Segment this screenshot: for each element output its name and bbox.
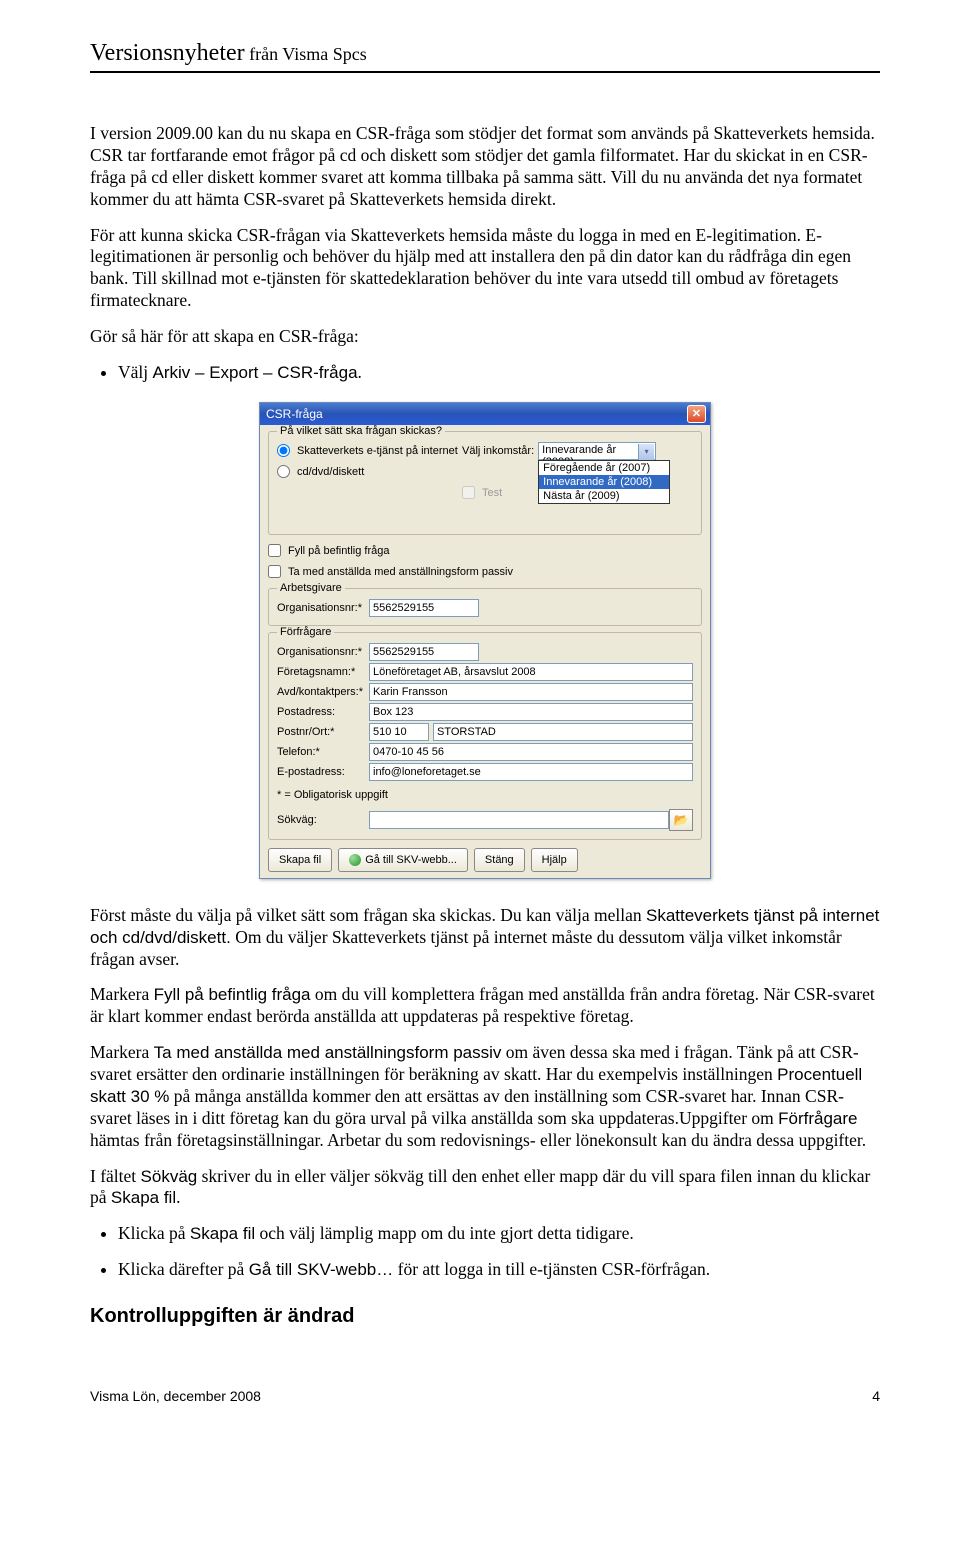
chevron-down-icon[interactable]: ▾ xyxy=(638,444,654,460)
section-heading: Kontrolluppgiften är ändrad xyxy=(90,1305,880,1328)
browse-button[interactable]: 📂 xyxy=(669,809,693,831)
dropdown-option[interactable]: Nästa år (2009) xyxy=(539,489,669,503)
group-send-method: På vilket sätt ska frågan skickas? Skatt… xyxy=(268,431,702,535)
radio-row-internet[interactable]: Skatteverkets e-tjänst på internet xyxy=(277,441,462,461)
telefon-input[interactable] xyxy=(369,743,693,761)
paragraph-5: Markera Fyll på befintlig fråga om du vi… xyxy=(90,984,880,1028)
group-forfragare: Förfrågare Organisationsnr:* Företagsnam… xyxy=(268,632,702,840)
csr-dialog: CSR-fråga ✕ På vilket sätt ska frågan sk… xyxy=(259,402,711,879)
checkbox-passiv[interactable]: Ta med anställda med anställningsform pa… xyxy=(268,562,702,582)
postadress-input[interactable] xyxy=(369,703,693,721)
skapa-fil-button[interactable]: Skapa fil xyxy=(268,848,332,872)
stang-button[interactable]: Stäng xyxy=(474,848,525,872)
paragraph-4: Först måste du välja på vilket sätt som … xyxy=(90,905,880,971)
close-icon[interactable]: ✕ xyxy=(687,405,706,423)
dialog-screenshot: CSR-fråga ✕ På vilket sätt ska frågan sk… xyxy=(90,402,880,879)
dialog-titlebar[interactable]: CSR-fråga ✕ xyxy=(260,403,710,425)
radio-row-disk[interactable]: cd/dvd/diskett xyxy=(277,462,462,482)
folder-icon: 📂 xyxy=(674,813,689,827)
bullet-list-2: Klicka på Skapa fil och välj lämplig map… xyxy=(90,1223,880,1281)
dialog-title: CSR-fråga xyxy=(266,407,323,421)
mandatory-note: * = Obligatorisk uppgift xyxy=(277,789,693,801)
paragraph-1: I version 2009.00 kan du nu skapa en CSR… xyxy=(90,123,880,211)
list-item: Klicka på Skapa fil och välj lämplig map… xyxy=(118,1223,880,1245)
arbetsgivare-orgnr-input[interactable] xyxy=(369,599,479,617)
postnr-input[interactable] xyxy=(369,723,429,741)
page-number: 4 xyxy=(872,1388,880,1404)
page-header: Versionsnyheter från Visma Spcs xyxy=(90,40,880,73)
group-title: På vilket sätt ska frågan skickas? xyxy=(277,425,445,437)
ort-input[interactable] xyxy=(433,723,693,741)
epost-input[interactable] xyxy=(369,763,693,781)
orgnr-label: Organisationsnr:* xyxy=(277,602,369,614)
list-item: Välj Arkiv – Export – CSR-fråga. xyxy=(118,362,880,384)
hjalp-button[interactable]: Hjälp xyxy=(531,848,578,872)
foretagsnamn-input[interactable] xyxy=(369,663,693,681)
header-from: från Visma Spcs xyxy=(245,44,367,64)
dropdown-option[interactable]: Innevarande år (2008) xyxy=(539,475,669,489)
list-item: Klicka därefter på Gå till SKV-webb… för… xyxy=(118,1259,880,1281)
sokvag-input[interactable] xyxy=(369,811,669,829)
page-footer: Visma Lön, december 2008 4 xyxy=(90,1388,880,1404)
dropdown-option[interactable]: Föregående år (2007) xyxy=(539,461,669,475)
paragraph-7: I fältet Sökväg skriver du in eller välj… xyxy=(90,1166,880,1210)
inkomstar-label: Välj inkomstår: xyxy=(462,445,534,457)
forfragare-orgnr-input[interactable] xyxy=(369,643,479,661)
bullet-list-1: Välj Arkiv – Export – CSR-fråga. xyxy=(90,362,880,384)
radio-disk[interactable] xyxy=(277,465,290,478)
inkomstar-select[interactable]: Innevarande år (2008) ▾ Föregående år (2… xyxy=(538,442,656,460)
header-title: Versionsnyheter xyxy=(90,40,245,66)
paragraph-3: Gör så här för att skapa en CSR-fråga: xyxy=(90,326,880,348)
paragraph-2: För att kunna skicka CSR-frågan via Skat… xyxy=(90,225,880,313)
group-arbetsgivare: Arbetsgivare Organisationsnr:* xyxy=(268,588,702,626)
checkbox-fyllpa[interactable]: Fyll på befintlig fråga xyxy=(268,541,702,561)
paragraph-6: Markera Ta med anställda med anställning… xyxy=(90,1042,880,1151)
inkomstar-dropdown-list[interactable]: Föregående år (2007) Innevarande år (200… xyxy=(538,460,670,504)
globe-icon xyxy=(349,854,361,866)
footer-left: Visma Lön, december 2008 xyxy=(90,1388,261,1404)
menu-path: Arkiv – Export – CSR-fråga xyxy=(153,363,358,382)
radio-internet[interactable] xyxy=(277,444,290,457)
test-checkbox xyxy=(462,486,475,499)
ga-till-skv-button[interactable]: Gå till SKV-webb... xyxy=(338,848,468,872)
avd-kontaktpers-input[interactable] xyxy=(369,683,693,701)
